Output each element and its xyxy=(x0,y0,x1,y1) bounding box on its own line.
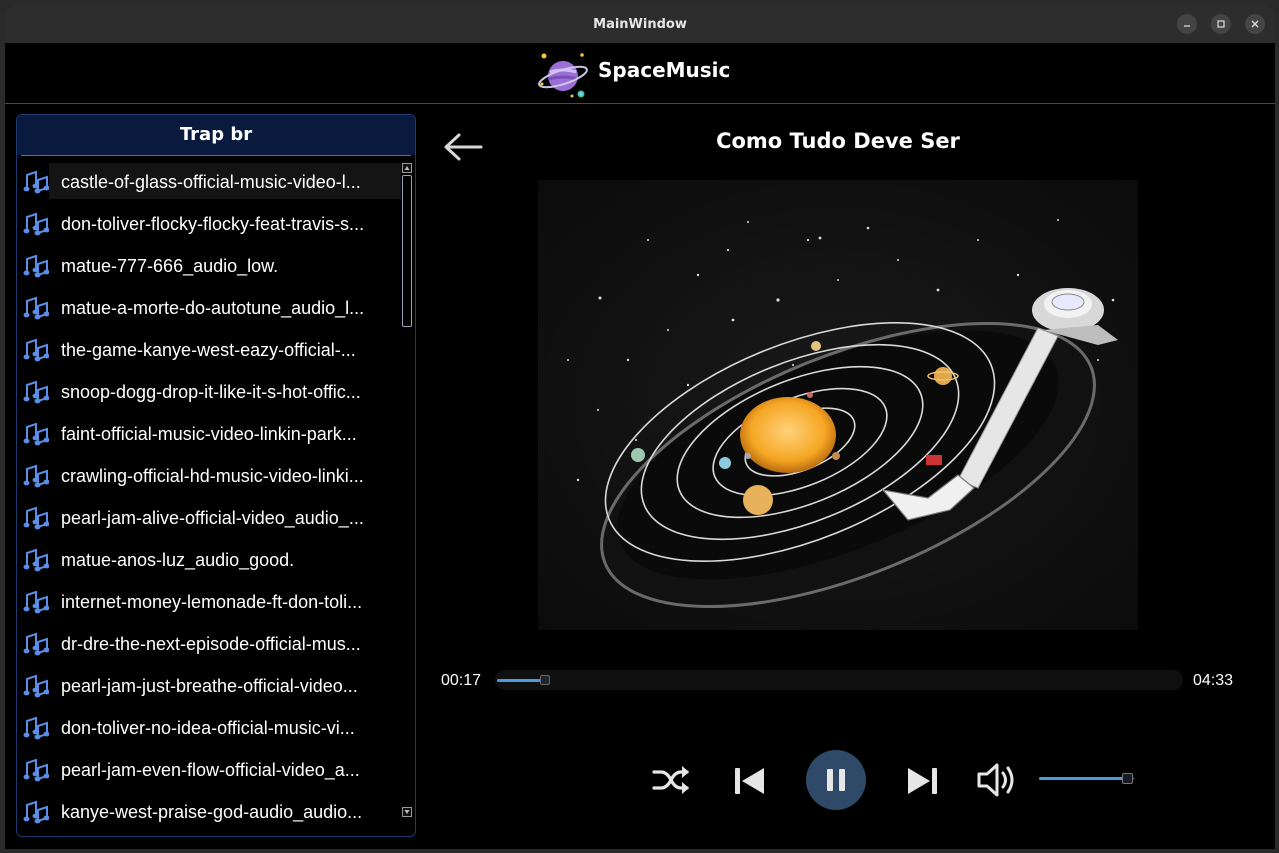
volume-handle[interactable] xyxy=(1122,773,1133,784)
progress-handle[interactable] xyxy=(540,675,550,685)
scroll-thumb[interactable] xyxy=(402,175,412,327)
music-note-icon xyxy=(23,212,49,236)
volume-fill xyxy=(1039,777,1127,780)
track-title: kanye-west-praise-god-audio_audio... xyxy=(61,802,363,822)
header-divider xyxy=(5,103,1275,104)
back-button[interactable] xyxy=(441,130,485,164)
title-bar[interactable]: MainWindow xyxy=(5,6,1275,43)
track-item[interactable]: dr-dre-the-next-episode-official-mus... xyxy=(17,623,401,665)
track-item[interactable]: crawling-official-hd-music-video-linki..… xyxy=(17,455,401,497)
music-note-icon xyxy=(23,590,49,614)
music-note-icon xyxy=(23,674,49,698)
scroll-up-button[interactable] xyxy=(402,163,412,173)
planet-logo-icon xyxy=(538,53,588,98)
music-note-icon xyxy=(23,254,49,278)
track-title: pearl-jam-alive-official-video_audio_... xyxy=(61,508,364,528)
minimize-icon xyxy=(1184,25,1190,27)
scroll-up-icon xyxy=(404,166,410,170)
shuffle-button[interactable] xyxy=(649,760,695,800)
track-item[interactable]: faint-official-music-video-linkin-park..… xyxy=(17,413,401,455)
app-header: SpaceMusic xyxy=(5,43,1275,103)
progress-bar[interactable] xyxy=(495,670,1183,690)
music-note-icon xyxy=(23,548,49,572)
window-title: MainWindow xyxy=(593,17,687,32)
track-title: dr-dre-the-next-episode-official-mus... xyxy=(61,634,361,654)
music-note-icon xyxy=(23,716,49,740)
shuffle-icon xyxy=(652,766,689,794)
previous-button[interactable] xyxy=(729,762,771,800)
track-item[interactable]: pearl-jam-even-flow-official-video_a... xyxy=(17,749,401,791)
music-note-icon xyxy=(23,800,49,824)
music-note-icon xyxy=(23,464,49,488)
track-title: internet-money-lemonade-ft-don-toli... xyxy=(61,592,363,612)
track-title: pearl-jam-even-flow-official-video_a... xyxy=(61,760,360,780)
scroll-down-button[interactable] xyxy=(402,807,412,817)
close-button[interactable] xyxy=(1245,14,1265,34)
track-title: the-game-kanye-west-eazy-official-... xyxy=(61,340,356,360)
music-note-icon xyxy=(23,170,49,194)
track-title: castle-of-glass-official-music-video-l..… xyxy=(61,172,361,192)
track-title: don-toliver-flocky-flocky-feat-travis-s.… xyxy=(61,214,365,234)
track-title: don-toliver-no-idea-official-music-vi... xyxy=(61,718,355,738)
skip-previous-icon xyxy=(735,768,764,794)
music-note-icon xyxy=(23,422,49,446)
main-window: MainWindow SpaceMusic Trap br castle-of-… xyxy=(5,6,1275,849)
minimize-button[interactable] xyxy=(1177,14,1197,34)
track-title: matue-777-666_audio_low. xyxy=(61,256,279,276)
arrow-left-icon xyxy=(444,133,483,161)
track-item[interactable]: don-toliver-no-idea-official-music-vi... xyxy=(17,707,401,749)
maximize-button[interactable] xyxy=(1211,14,1231,34)
track-title: snoop-dogg-drop-it-like-it-s-hot-offic..… xyxy=(61,382,361,402)
album-cover-art xyxy=(538,180,1138,630)
track-item[interactable]: don-toliver-flocky-flocky-feat-travis-s.… xyxy=(17,203,401,245)
music-note-icon xyxy=(23,380,49,404)
track-title: matue-anos-luz_audio_good. xyxy=(61,550,295,570)
song-title: Como Tudo Deve Ser xyxy=(716,129,960,153)
close-icon xyxy=(1251,20,1259,28)
playlist-scrollbar[interactable] xyxy=(401,161,414,821)
app-name: SpaceMusic xyxy=(598,58,731,82)
track-title: matue-a-morte-do-autotune_audio_l... xyxy=(61,298,365,318)
playlist-panel: Trap br castle-of-glass-official-music-v… xyxy=(16,114,416,837)
skip-next-icon xyxy=(908,768,937,794)
play-pause-button[interactable] xyxy=(806,750,866,810)
volume-icon xyxy=(977,763,1014,797)
scroll-down-icon xyxy=(404,810,410,814)
track-title: crawling-official-hd-music-video-linki..… xyxy=(61,466,364,486)
track-item[interactable]: internet-money-lemonade-ft-don-toli... xyxy=(17,581,401,623)
maximize-icon xyxy=(1217,20,1225,28)
volume-button[interactable] xyxy=(973,758,1021,802)
track-item[interactable]: the-game-kanye-west-eazy-official-... xyxy=(17,329,401,371)
track-item[interactable]: pearl-jam-just-breathe-official-video... xyxy=(17,665,401,707)
track-item[interactable]: kanye-west-praise-god-audio_audio... xyxy=(17,791,401,833)
music-note-icon xyxy=(23,506,49,530)
music-note-icon xyxy=(23,632,49,656)
track-item[interactable]: matue-777-666_audio_low. xyxy=(17,245,401,287)
playlist-title: Trap br xyxy=(17,115,415,155)
total-time: 04:33 xyxy=(1193,672,1234,689)
track-title: faint-official-music-video-linkin-park..… xyxy=(61,424,357,444)
pause-icon xyxy=(827,769,845,791)
volume-slider[interactable] xyxy=(1039,773,1135,784)
progress-fill xyxy=(497,679,542,682)
playlist-header-divider xyxy=(21,155,411,156)
next-button[interactable] xyxy=(901,762,943,800)
track-item[interactable]: matue-a-morte-do-autotune_audio_l... xyxy=(17,287,401,329)
music-note-icon xyxy=(23,758,49,782)
track-list[interactable]: castle-of-glass-official-music-video-l..… xyxy=(17,161,401,835)
current-time: 00:17 xyxy=(441,672,482,689)
track-item[interactable]: snoop-dogg-drop-it-like-it-s-hot-offic..… xyxy=(17,371,401,413)
music-note-icon xyxy=(23,338,49,362)
track-title: pearl-jam-just-breathe-official-video... xyxy=(61,676,358,696)
track-item[interactable]: castle-of-glass-official-music-video-l..… xyxy=(17,161,401,203)
track-item[interactable]: pearl-jam-alive-official-video_audio_... xyxy=(17,497,401,539)
track-item[interactable]: matue-anos-luz_audio_good. xyxy=(17,539,401,581)
music-note-icon xyxy=(23,296,49,320)
